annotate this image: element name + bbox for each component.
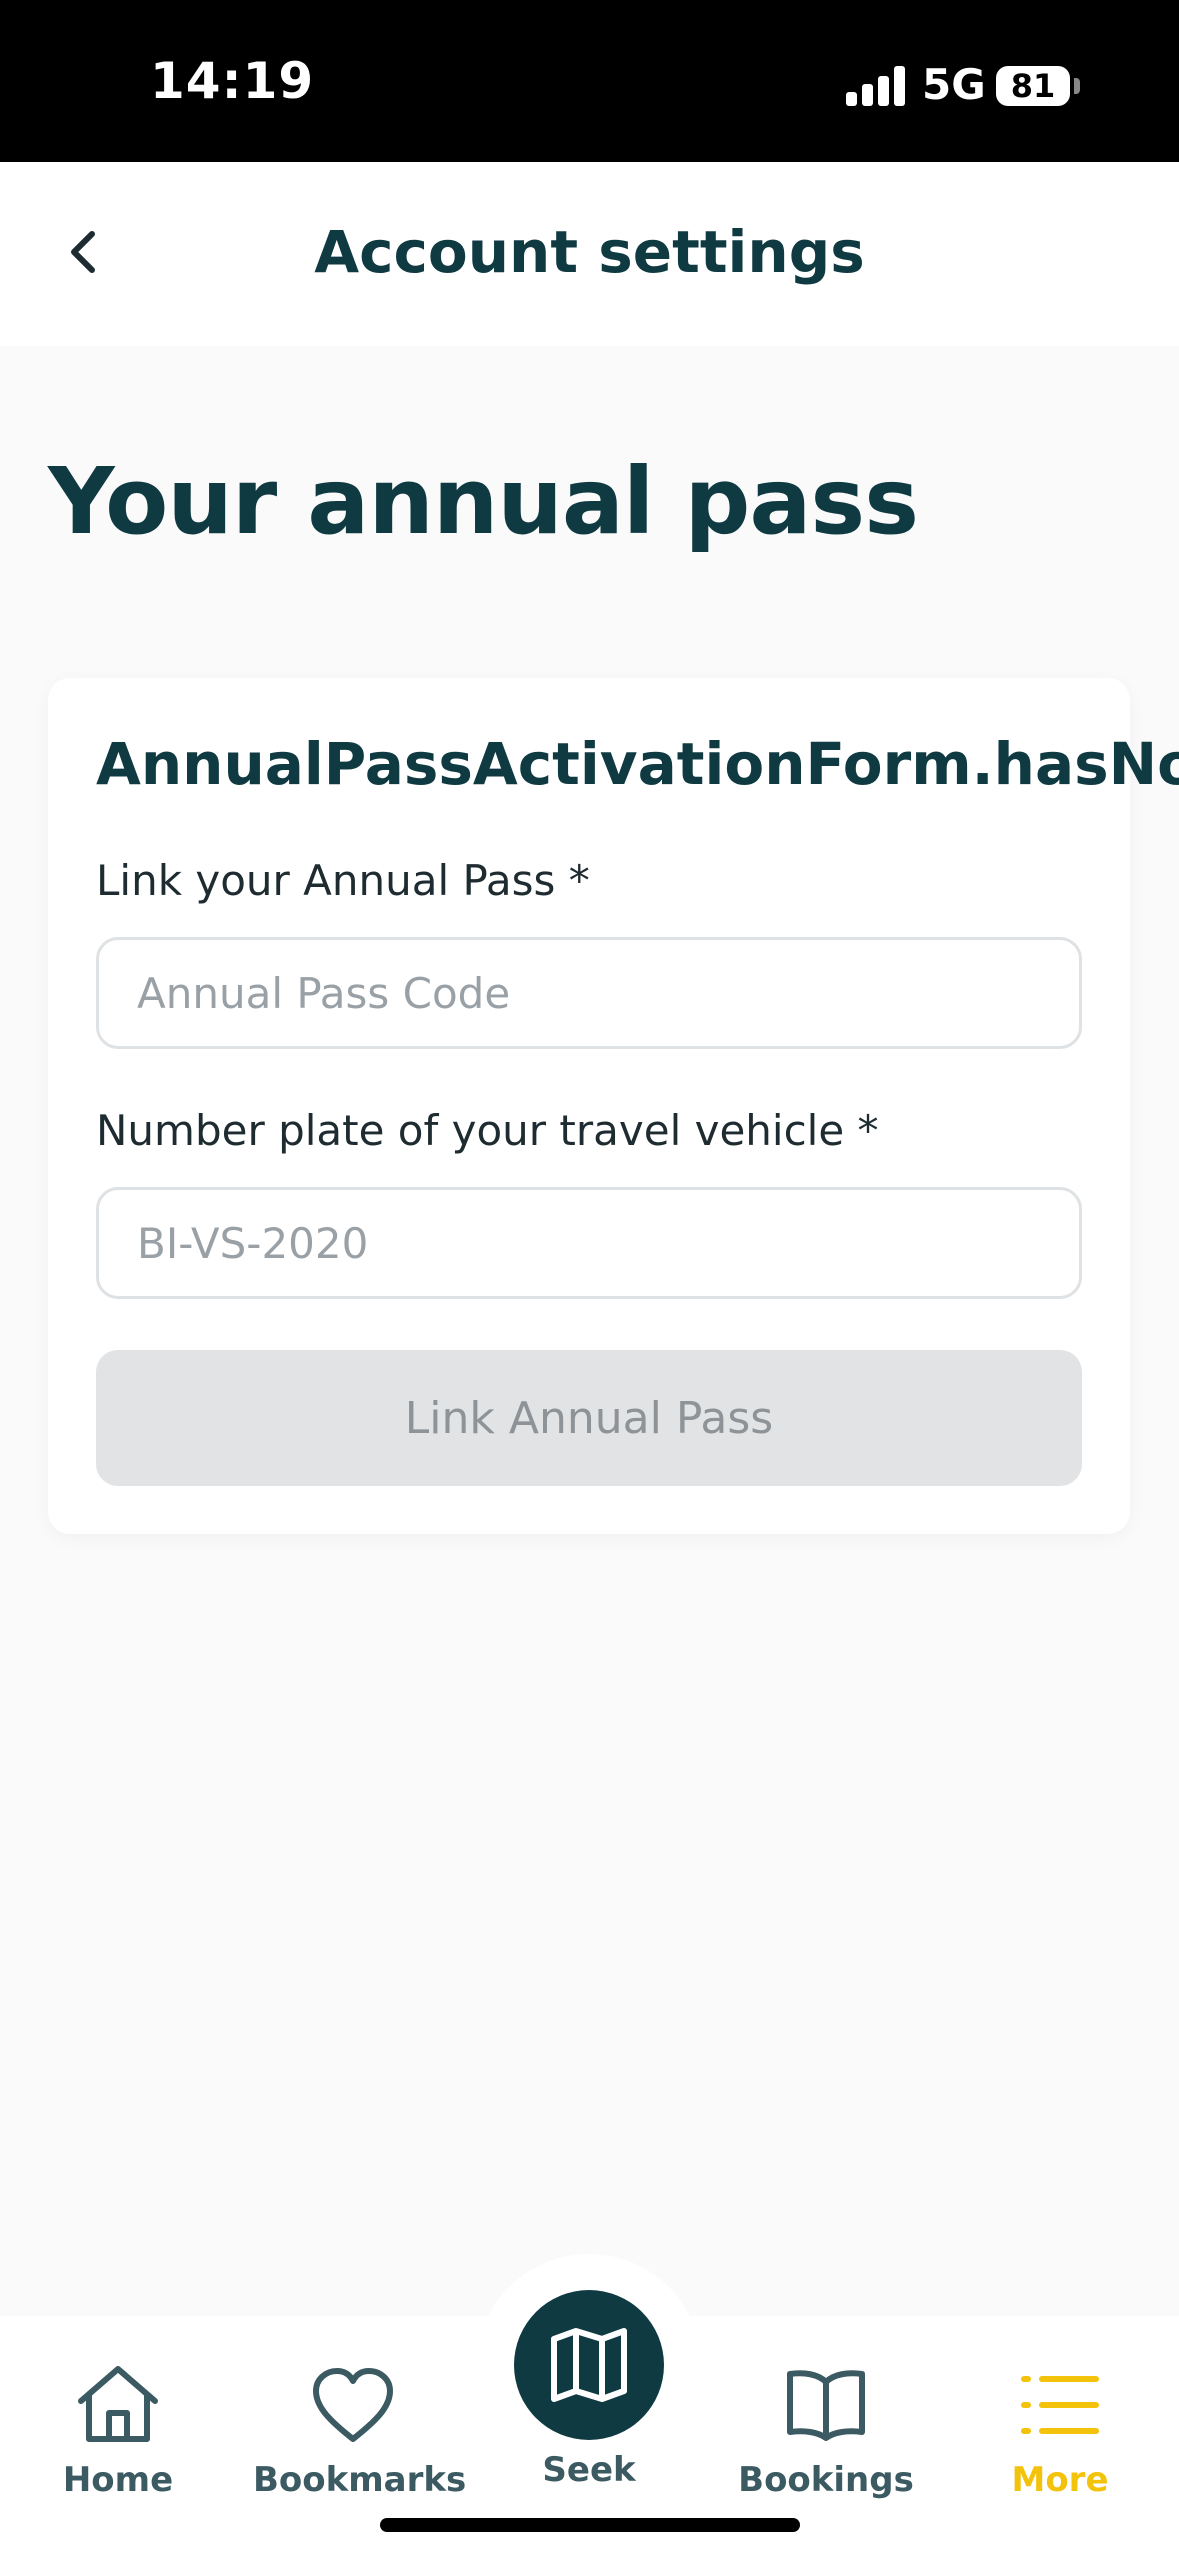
header: Account settings <box>0 162 1179 346</box>
link-annual-pass-button[interactable]: Link Annual Pass <box>96 1350 1082 1486</box>
battery-tip <box>1074 78 1080 94</box>
signal-strength-icon <box>846 66 906 106</box>
tab-bookmarks-label: Bookmarks <box>253 2460 467 2500</box>
list-icon <box>960 2360 1160 2450</box>
home-icon <box>18 2360 218 2450</box>
network-type: 5G <box>922 60 986 109</box>
form-title: AnnualPassActivationForm.hasNotAnnualPas… <box>96 730 1179 798</box>
book-icon <box>726 2360 926 2450</box>
battery-level: 81 <box>1010 67 1056 105</box>
seek-button[interactable] <box>514 2290 664 2440</box>
tab-bookings-label: Bookings <box>738 2460 914 2500</box>
status-bar: 14:19 5G 81 <box>0 0 1179 162</box>
pass-code-label: Link your Annual Pass * <box>96 856 590 905</box>
map-icon <box>551 2328 627 2402</box>
tab-home-label: Home <box>62 2460 174 2500</box>
tab-home[interactable]: Home <box>18 2360 218 2500</box>
plate-label: Number plate of your travel vehicle * <box>96 1106 879 1155</box>
number-plate-input[interactable] <box>96 1187 1082 1299</box>
pass-code-input[interactable] <box>96 937 1082 1049</box>
header-title: Account settings <box>314 218 865 286</box>
page-title: Your annual pass <box>48 448 919 555</box>
status-time: 14:19 <box>150 52 315 110</box>
battery-icon: 81 <box>996 66 1070 106</box>
tab-bookings[interactable]: Bookings <box>726 2360 926 2500</box>
home-indicator <box>380 2518 800 2532</box>
tab-bookmarks[interactable]: Bookmarks <box>253 2360 467 2500</box>
tab-more[interactable]: More <box>960 2360 1160 2500</box>
tab-more-label: More <box>1011 2460 1109 2500</box>
tab-seek-label: Seek <box>542 2450 636 2490</box>
heart-icon <box>253 2360 453 2450</box>
